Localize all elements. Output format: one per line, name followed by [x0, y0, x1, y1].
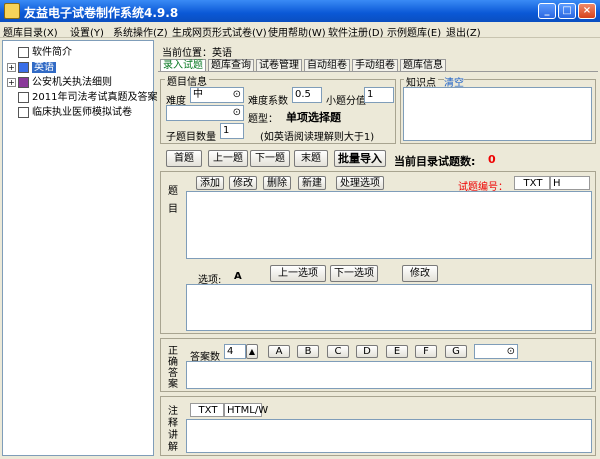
score-label: 小题分值: [326, 96, 366, 107]
prev-choice-button[interactable]: 上一选项: [270, 265, 326, 282]
prev-question-button[interactable]: 上一题: [208, 150, 248, 167]
explain-side-4: 解: [168, 442, 178, 453]
menu-item-exit[interactable]: 退出(Z): [446, 24, 481, 39]
first-question-button[interactable]: 首题: [166, 150, 202, 167]
explain-side-2: 释: [168, 418, 178, 429]
chevron-down-icon: ⊙: [232, 107, 241, 118]
type-label: 题型：: [248, 114, 278, 125]
close-button[interactable]: ×: [578, 3, 596, 19]
sub-count-hint: (如英语阅读理解则大于1): [260, 132, 375, 143]
menu-item-help[interactable]: 使用帮助(W): [268, 24, 326, 39]
batch-import-button[interactable]: 批量导入: [334, 150, 386, 167]
coef-label: 难度系数: [248, 96, 288, 107]
explain-side-3: 讲: [168, 430, 178, 441]
tree-item-judicial[interactable]: 2011年司法考试真题及答案: [7, 88, 157, 103]
answer-c-button[interactable]: C: [327, 345, 349, 358]
menu-item-catalog[interactable]: 题库目录(X): [3, 24, 58, 39]
txt-mode-toggle[interactable]: TXT: [514, 176, 550, 190]
question-count-label: 当前目录试题数:: [394, 155, 476, 168]
next-choice-button[interactable]: 下一选项: [330, 265, 378, 282]
html-mode-toggle[interactable]: H: [550, 176, 590, 190]
tree-item-english[interactable]: + 英语: [7, 58, 56, 73]
score-input[interactable]: 1: [364, 87, 394, 103]
answer-b-button[interactable]: B: [297, 345, 319, 358]
coef-input[interactable]: 0.5: [292, 87, 322, 103]
explain-side-1: 注: [168, 406, 178, 417]
explain-txt-toggle[interactable]: TXT: [190, 403, 224, 417]
type-value: 单项选择题: [286, 111, 341, 124]
location-value: 英语: [212, 48, 232, 59]
tree-item-medical[interactable]: 临床执业医师模拟试卷: [7, 103, 132, 118]
window-title: 友益电子试卷制作系统4.9.8: [24, 6, 179, 20]
next-question-button[interactable]: 下一题: [250, 150, 290, 167]
book-icon: [18, 106, 29, 118]
book-icon: [18, 46, 29, 58]
answer-d-button[interactable]: D: [356, 345, 378, 358]
process-options-button[interactable]: 处理选项: [336, 176, 384, 190]
title-bar: 友益电子试卷制作系统4.9.8 _ □ ×: [0, 0, 600, 22]
book-icon: [18, 76, 29, 88]
answer-a-button[interactable]: A: [268, 345, 290, 358]
difficulty-select[interactable]: 中 ⊙: [190, 87, 244, 103]
answer-f-button[interactable]: F: [415, 345, 437, 358]
answer-count-input[interactable]: 4: [224, 344, 246, 359]
add-button[interactable]: 添加: [196, 176, 224, 190]
new-button[interactable]: 新建: [298, 176, 326, 190]
catalog-tree[interactable]: 软件简介 + 英语 + 公安机关执法细则 2011年司法考试真题及答案 临床执业医师…: [2, 40, 157, 456]
book-icon: [18, 61, 29, 73]
chevron-down-icon: ⊙: [506, 346, 515, 357]
maximize-button[interactable]: □: [558, 3, 576, 19]
expand-icon[interactable]: +: [7, 77, 16, 87]
edit-choice-button[interactable]: 修改: [402, 265, 438, 282]
question-textarea[interactable]: [186, 191, 592, 259]
question-count-value: 0: [488, 153, 496, 166]
delete-button[interactable]: 删除: [263, 176, 291, 190]
menu-item-web-exam[interactable]: 生成网页形式试卷(V): [172, 24, 267, 39]
tree-item-intro[interactable]: 软件简介: [7, 43, 72, 58]
menu-bar: 题库目录(X) 设置(Y) 系统操作(Z) 生成网页形式试卷(V) 使用帮助(W…: [0, 22, 600, 39]
answer-count-stepper[interactable]: ▲: [246, 344, 258, 359]
menu-item-samples[interactable]: 示例题库(E): [387, 24, 441, 39]
book-icon: [18, 91, 29, 103]
menu-item-settings[interactable]: 设置(Y): [70, 24, 104, 39]
chevron-down-icon: ⊙: [232, 89, 241, 100]
question-side-2: 目: [168, 204, 178, 215]
explain-textarea[interactable]: [186, 419, 592, 453]
menu-item-register[interactable]: 软件注册(D): [328, 24, 384, 39]
question-info-title: 题目信息: [165, 73, 209, 88]
menu-item-system[interactable]: 系统操作(Z): [113, 24, 168, 39]
answer-side-4: 案: [168, 379, 178, 390]
sub-count-input[interactable]: 1: [220, 123, 244, 139]
answer-textarea[interactable]: [186, 361, 592, 389]
tab-divider: [158, 71, 598, 72]
answer-g-button[interactable]: G: [445, 345, 467, 358]
location-label: 当前位置：: [162, 48, 212, 59]
last-question-button[interactable]: 末题: [294, 150, 328, 167]
answer-e-button[interactable]: E: [386, 345, 408, 358]
explain-html-toggle[interactable]: HTML/W: [224, 403, 268, 417]
expand-icon[interactable]: +: [7, 62, 16, 72]
app-icon: [4, 3, 20, 19]
minimize-button[interactable]: _: [538, 3, 556, 19]
sub-count-label: 子题目数量: [166, 132, 216, 143]
edit-button[interactable]: 修改: [229, 176, 257, 190]
question-side-1: 题: [168, 186, 178, 197]
type-select[interactable]: ⊙: [166, 105, 244, 121]
choice-textarea[interactable]: [186, 284, 592, 331]
current-choice: A: [234, 271, 242, 282]
knowledge-textarea[interactable]: [403, 87, 592, 141]
answer-select[interactable]: ⊙: [474, 344, 518, 359]
tree-item-police[interactable]: + 公安机关执法细则: [7, 73, 112, 88]
